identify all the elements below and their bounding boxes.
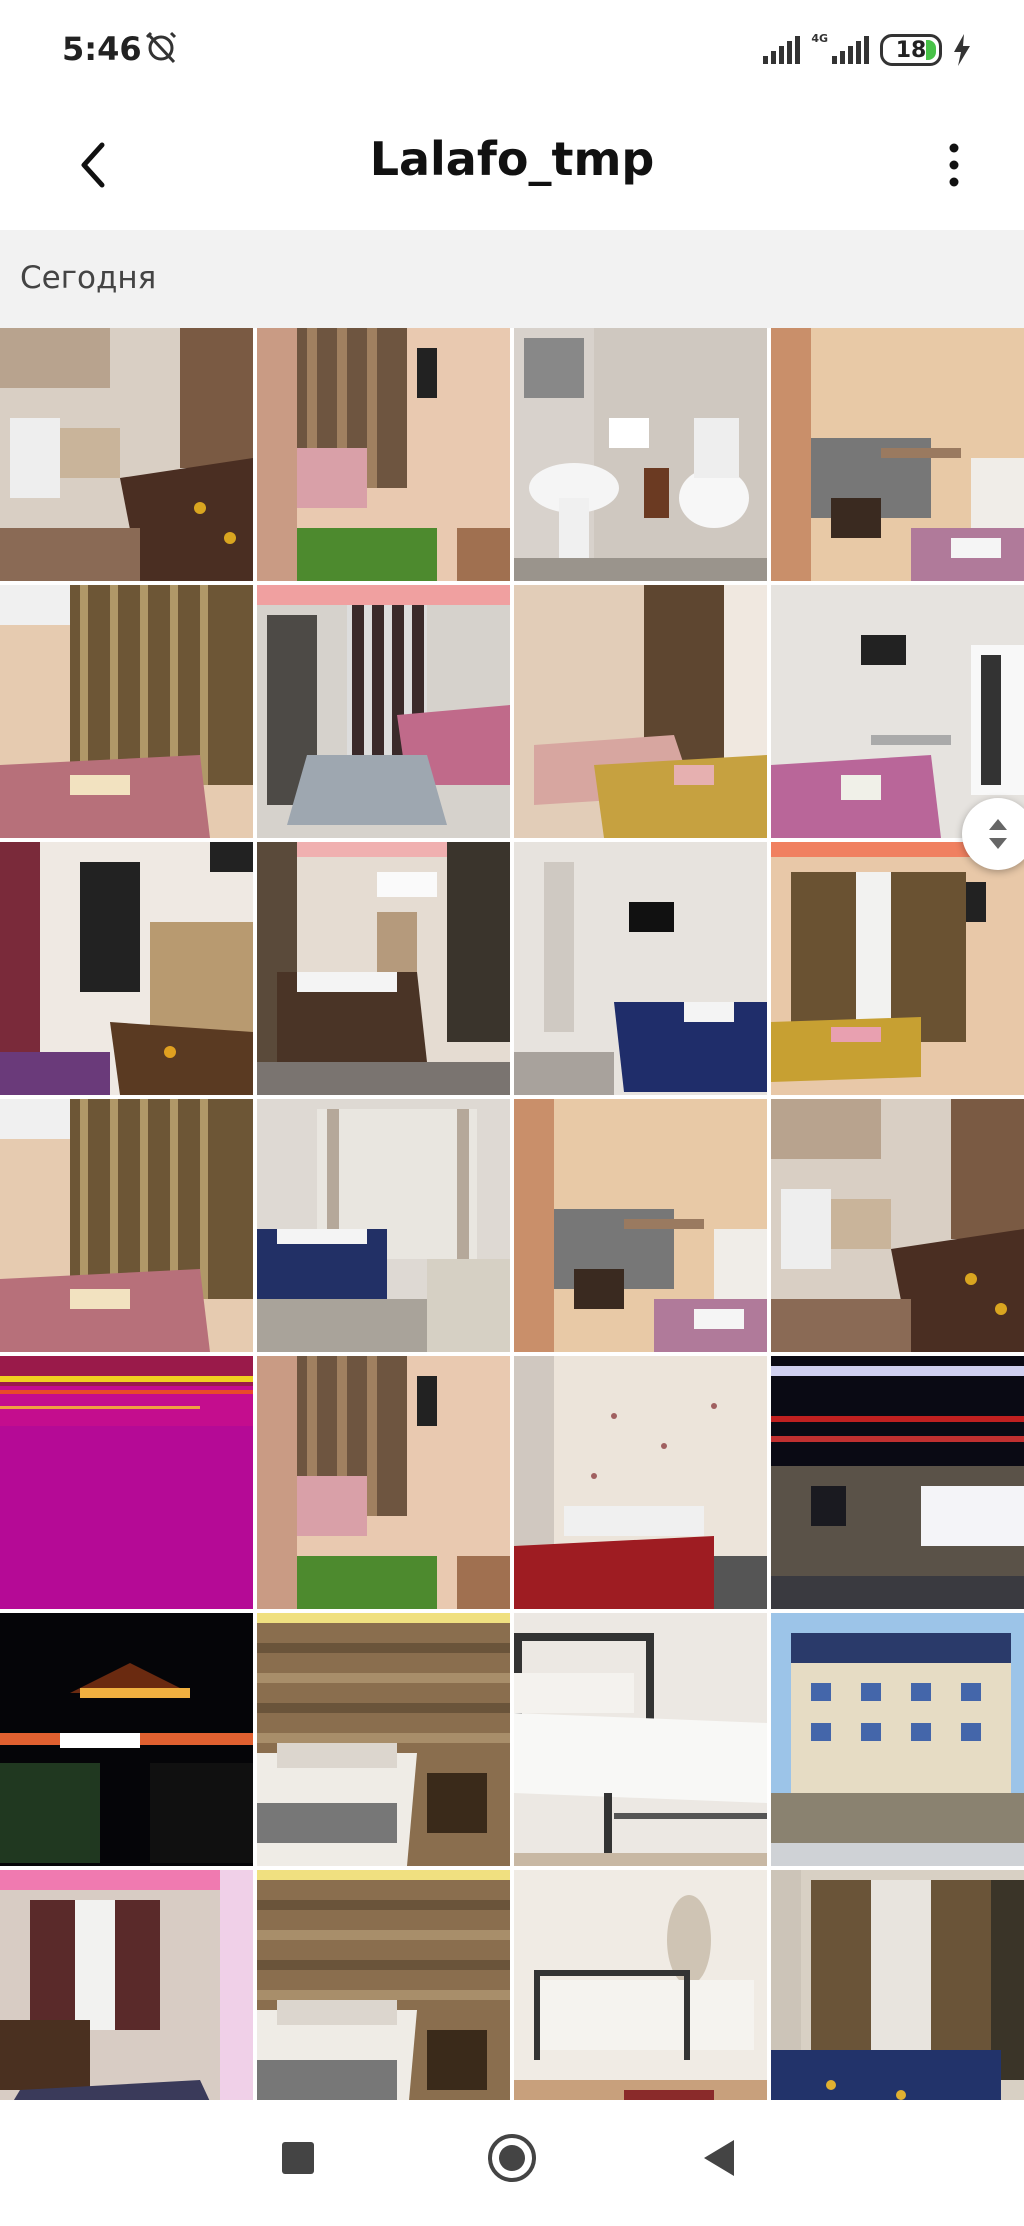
network-type: 4G [811, 31, 828, 45]
photo-image [514, 585, 767, 838]
photo-thumbnail[interactable] [514, 1099, 767, 1352]
recents-button[interactable] [282, 2142, 314, 2174]
photo-image [514, 1613, 767, 1866]
photo-image [771, 328, 1024, 581]
photo-grid [0, 328, 1024, 2123]
home-icon [499, 2145, 525, 2171]
signal-icon [763, 36, 801, 64]
photo-image [771, 1870, 1024, 2123]
battery-level: 18 [895, 37, 927, 63]
photo-thumbnail[interactable] [0, 1870, 253, 2123]
photo-thumbnail[interactable] [0, 842, 253, 1095]
photo-image [0, 1099, 253, 1352]
photo-thumbnail[interactable] [257, 1356, 510, 1609]
photo-thumbnail[interactable] [0, 328, 253, 581]
photo-image [0, 1870, 253, 2123]
photo-thumbnail[interactable] [771, 1099, 1024, 1352]
photo-thumbnail[interactable] [771, 1870, 1024, 2123]
photo-thumbnail[interactable] [514, 1356, 767, 1609]
photo-image [0, 328, 253, 581]
photo-thumbnail[interactable] [771, 1613, 1024, 1866]
photo-image [514, 1870, 767, 2123]
photo-image [771, 842, 1024, 1095]
photo-thumbnail[interactable] [514, 842, 767, 1095]
photo-image [257, 1099, 510, 1352]
photo-image [257, 585, 510, 838]
status-time: 5:46 [62, 30, 142, 68]
more-options-button[interactable] [924, 130, 984, 200]
photo-image [0, 1356, 253, 1609]
charging-icon [954, 34, 970, 66]
photo-image [771, 1099, 1024, 1352]
more-vertical-icon [949, 143, 959, 187]
photo-image [0, 585, 253, 838]
signal-icon-secondary [832, 36, 869, 64]
photo-image [514, 328, 767, 581]
battery-icon: 18 [880, 34, 942, 66]
date-section-header: Сегодня [0, 230, 1024, 330]
photo-thumbnail[interactable] [0, 1099, 253, 1352]
photo-thumbnail[interactable] [0, 585, 253, 838]
page-title: Lalafo_tmp [369, 132, 655, 186]
system-nav-bar [0, 2100, 1024, 2226]
photo-thumbnail[interactable] [0, 1356, 253, 1609]
photo-image [514, 1099, 767, 1352]
photo-thumbnail[interactable] [514, 1870, 767, 2123]
photo-thumbnail[interactable] [771, 1356, 1024, 1609]
status-icons: 4G 18 [761, 30, 972, 70]
home-button[interactable] [488, 2134, 536, 2182]
photo-image [257, 1613, 510, 1866]
photo-image [0, 1613, 253, 1866]
nav-back-button[interactable] [704, 2140, 734, 2176]
photo-thumbnail[interactable] [257, 842, 510, 1095]
photo-image [514, 842, 767, 1095]
app-header: Lalafo_tmp [0, 100, 1024, 230]
photo-thumbnail[interactable] [257, 585, 510, 838]
photo-thumbnail[interactable] [514, 1613, 767, 1866]
photo-thumbnail[interactable] [257, 1613, 510, 1866]
photo-image [771, 1613, 1024, 1866]
photo-thumbnail[interactable] [257, 1099, 510, 1352]
photo-image [257, 842, 510, 1095]
photo-thumbnail[interactable] [257, 1870, 510, 2123]
photo-image [257, 1356, 510, 1609]
photo-image [0, 842, 253, 1095]
photo-image [514, 1356, 767, 1609]
photo-image [771, 1356, 1024, 1609]
date-section-label: Сегодня [20, 260, 157, 296]
fast-scroll-handle[interactable] [962, 798, 1024, 870]
alarm-off-icon [145, 31, 177, 64]
photo-thumbnail[interactable] [514, 328, 767, 581]
photo-thumbnail[interactable] [771, 328, 1024, 581]
status-bar: 5:46 4G 18 [0, 0, 1024, 100]
photo-thumbnail[interactable] [771, 842, 1024, 1095]
photo-image [257, 1870, 510, 2123]
photo-thumbnail[interactable] [514, 585, 767, 838]
photo-thumbnail[interactable] [257, 328, 510, 581]
photo-image [257, 328, 510, 581]
photo-thumbnail[interactable] [0, 1613, 253, 1866]
scroll-arrows-icon [989, 819, 1007, 849]
